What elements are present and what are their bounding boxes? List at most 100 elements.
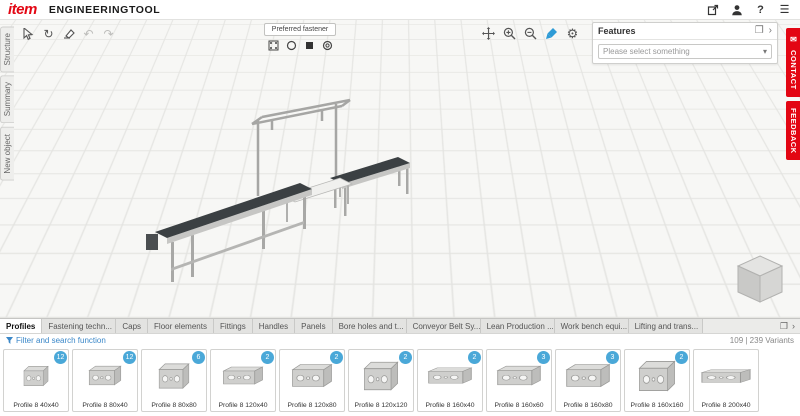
product-name: Profile 8 80x80: [151, 402, 197, 409]
tab-fastening[interactable]: Fastening techn...: [42, 319, 117, 333]
features-title: Features: [598, 26, 636, 36]
tab-workbench-equip[interactable]: Work bench equi...: [554, 319, 629, 333]
fit-view-icon[interactable]: [480, 25, 497, 42]
app-title: ENGINEERINGTOOL: [48, 3, 161, 16]
tab-panels[interactable]: Panels: [295, 319, 333, 333]
profile-thumb: [23, 365, 49, 386]
filter-row: Filter and search function 109 | 239 Var…: [0, 334, 800, 347]
tab-structure[interactable]: Structure: [0, 26, 14, 73]
variants-count: 109 | 239 Variants: [729, 336, 794, 345]
fastener-circle-icon[interactable]: [285, 39, 298, 52]
undo-icon[interactable]: ↶: [80, 25, 97, 42]
product-card[interactable]: 2 Profile 8 160x40: [417, 349, 483, 412]
menu-icon[interactable]: ☰: [777, 2, 792, 17]
features-select[interactable]: Please select something ▾: [598, 44, 772, 59]
popout-icon[interactable]: ❐: [755, 26, 764, 36]
product-name: Profile 8 200x40: [701, 402, 751, 409]
product-card[interactable]: 12 Profile 8 80x40: [72, 349, 138, 412]
item-logo: item: [8, 1, 37, 18]
side-tab-strip: ✉ CONTACT FEEDBACK: [786, 28, 800, 164]
profile-thumb: [158, 363, 190, 388]
tab-bore-holes[interactable]: Bore holes and t...: [332, 319, 407, 333]
canvas-toolbar-right: ⚙: [480, 25, 581, 42]
product-card[interactable]: 3 Profile 8 160x80: [555, 349, 621, 412]
profile-thumb: [497, 365, 541, 386]
header-actions: ? ☰: [705, 2, 792, 17]
paint-brush-icon[interactable]: [543, 25, 560, 42]
collapse-chevron-icon[interactable]: ›: [769, 26, 772, 36]
product-card[interactable]: 2 Profile 8 160x160: [624, 349, 690, 412]
panel-popout-icon[interactable]: ❐: [780, 321, 788, 331]
product-badge: 2: [330, 351, 343, 364]
zoom-in-icon[interactable]: [501, 25, 518, 42]
dropdown-arrow-icon: ▾: [762, 47, 767, 56]
product-name: Profile 8 160x80: [563, 402, 613, 409]
tab-conveyor[interactable]: Conveyor Belt Sy...: [406, 319, 481, 333]
left-tab-strip: Structure Summary New object: [0, 26, 14, 183]
product-badge: 12: [123, 351, 136, 364]
left-workbench: [146, 183, 312, 282]
profile-thumb: [88, 365, 122, 386]
canvas-toolbar-left: ↻ ↶ ↷: [20, 25, 117, 42]
profile-thumb: [292, 364, 332, 387]
product-name: Profile 8 40x40: [13, 402, 59, 409]
library-panel: Profiles Fastening techn... Caps Floor e…: [0, 318, 800, 416]
library-tabs: Profiles Fastening techn... Caps Floor e…: [0, 319, 800, 334]
profile-thumb: [428, 367, 472, 384]
panel-chevron-icon[interactable]: ›: [792, 321, 795, 331]
product-card[interactable]: 6 Profile 8 80x80: [141, 349, 207, 412]
eraser-icon[interactable]: [60, 25, 77, 42]
product-badge: 2: [468, 351, 481, 364]
product-name: Profile 8 160x60: [494, 402, 544, 409]
tab-floor-elements[interactable]: Floor elements: [148, 319, 214, 333]
help-icon[interactable]: ?: [753, 2, 768, 17]
fastener-square-icon[interactable]: [303, 39, 316, 52]
features-panel: Features ❐ › Please select something ▾: [592, 22, 778, 64]
contact-tab[interactable]: ✉ CONTACT: [786, 28, 800, 97]
fastener-set-icon[interactable]: [267, 39, 280, 52]
header: item ENGINEERINGTOOL ? ☰: [0, 0, 800, 20]
tab-lifting[interactable]: Lifting and trans...: [628, 319, 703, 333]
redo-icon[interactable]: ↷: [100, 25, 117, 42]
fastener-ring-icon[interactable]: [321, 39, 334, 52]
zoom-out-icon[interactable]: [522, 25, 539, 42]
preferred-fastener-label: Preferred fastener: [264, 23, 336, 36]
tab-fittings[interactable]: Fittings: [213, 319, 253, 333]
product-card[interactable]: Profile 8 200x40: [693, 349, 759, 412]
features-placeholder: Please select something: [603, 47, 690, 56]
tab-summary[interactable]: Summary: [0, 75, 14, 124]
product-name: Profile 8 120x120: [354, 402, 408, 409]
product-card[interactable]: 2 Profile 8 120x120: [348, 349, 414, 412]
orientation-cube[interactable]: [736, 254, 784, 311]
product-name: Profile 8 160x40: [425, 402, 475, 409]
profile-thumb: [638, 360, 676, 391]
share-icon[interactable]: [705, 2, 720, 17]
product-card[interactable]: 2 Profile 8 120x40: [210, 349, 276, 412]
product-list: 12 Profile 8 40x40 12 Profile 8 80x40 6 …: [0, 347, 800, 414]
product-badge: 2: [261, 351, 274, 364]
settings-gear-icon[interactable]: ⚙: [564, 25, 581, 42]
product-card[interactable]: 2 Profile 8 120x80: [279, 349, 345, 412]
product-card[interactable]: 12 Profile 8 40x40: [3, 349, 69, 412]
product-name: Profile 8 120x80: [287, 402, 337, 409]
viewport-3d[interactable]: Structure Summary New object ↻ ↶ ↷ Prefe…: [0, 20, 800, 318]
feedback-tab[interactable]: FEEDBACK: [786, 100, 800, 161]
workbench-model[interactable]: [0, 20, 800, 318]
product-badge: 3: [537, 351, 550, 364]
product-name: Profile 8 120x40: [218, 402, 268, 409]
product-badge: 2: [675, 351, 688, 364]
filter-search-link[interactable]: Filter and search function: [6, 336, 106, 345]
product-badge: 12: [54, 351, 67, 364]
tab-profiles[interactable]: Profiles: [0, 319, 43, 333]
tab-handles[interactable]: Handles: [252, 319, 296, 333]
profile-thumb: [566, 364, 610, 387]
rotate-view-icon[interactable]: ↻: [40, 25, 57, 42]
tab-caps[interactable]: Caps: [116, 319, 149, 333]
select-cursor-icon[interactable]: [20, 25, 37, 42]
user-icon[interactable]: [729, 2, 744, 17]
funnel-icon: [6, 337, 13, 344]
product-card[interactable]: 3 Profile 8 160x60: [486, 349, 552, 412]
tab-new-object[interactable]: New object: [0, 126, 14, 181]
product-badge: 3: [606, 351, 619, 364]
tab-lean-production[interactable]: Lean Production ...: [480, 319, 555, 333]
